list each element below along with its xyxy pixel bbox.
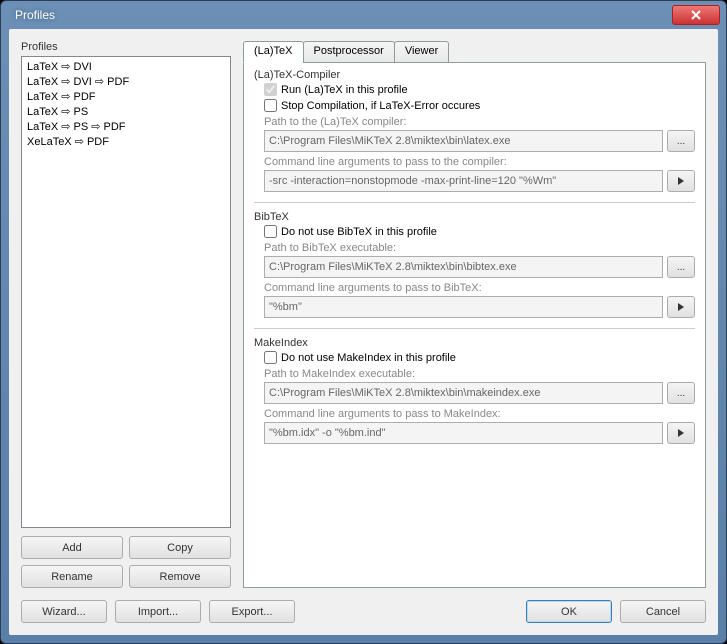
latex-args-label: Command line arguments to pass to the co… bbox=[264, 156, 695, 168]
bibtex-args-label: Command line arguments to pass to BibTeX… bbox=[264, 282, 695, 294]
ellipsis-icon: ... bbox=[677, 262, 685, 273]
bibtex-args-row bbox=[264, 296, 695, 318]
export-button[interactable]: Export... bbox=[209, 600, 295, 623]
list-item[interactable]: LaTeX ⇨ PS bbox=[24, 104, 228, 119]
cancel-button[interactable]: Cancel bbox=[620, 600, 706, 623]
profiles-panel: Profiles LaTeX ⇨ DVI LaTeX ⇨ DVI ⇨ PDF L… bbox=[21, 41, 231, 588]
client-area: Profiles LaTeX ⇨ DVI LaTeX ⇨ DVI ⇨ PDF L… bbox=[9, 29, 718, 635]
import-button[interactable]: Import... bbox=[115, 600, 201, 623]
main-area: Profiles LaTeX ⇨ DVI LaTeX ⇨ DVI ⇨ PDF L… bbox=[21, 41, 706, 588]
bibtex-args-input[interactable] bbox=[264, 296, 663, 318]
run-latex-label: Run (La)TeX in this profile bbox=[281, 84, 408, 96]
play-icon bbox=[677, 303, 685, 311]
profile-buttons: Add Copy Rename Remove bbox=[21, 536, 231, 588]
stop-compilation-checkbox[interactable] bbox=[264, 99, 277, 112]
group-body: Do not use BibTeX in this profile Path t… bbox=[254, 225, 695, 318]
group-title: BibTeX bbox=[254, 211, 695, 223]
list-item[interactable]: LaTeX ⇨ PDF bbox=[24, 89, 228, 104]
play-icon bbox=[677, 429, 685, 437]
makeindex-path-browse-button[interactable]: ... bbox=[667, 382, 695, 404]
copy-button[interactable]: Copy bbox=[129, 536, 231, 559]
tab-viewer[interactable]: Viewer bbox=[394, 41, 449, 63]
settings-panel: (La)TeX Postprocessor Viewer (La)TeX-Com… bbox=[243, 41, 706, 588]
disable-bibtex-checkbox[interactable] bbox=[264, 225, 277, 238]
list-item[interactable]: LaTeX ⇨ DVI bbox=[24, 59, 228, 74]
bibtex-args-menu-button[interactable] bbox=[667, 296, 695, 318]
rename-button[interactable]: Rename bbox=[21, 565, 123, 588]
makeindex-path-input[interactable] bbox=[264, 382, 663, 404]
ellipsis-icon: ... bbox=[677, 388, 685, 399]
tab-strip: (La)TeX Postprocessor Viewer bbox=[243, 41, 706, 63]
latex-args-menu-button[interactable] bbox=[667, 170, 695, 192]
latex-path-browse-button[interactable]: ... bbox=[667, 130, 695, 152]
profiles-dialog: Profiles Profiles LaTeX ⇨ DVI LaTeX ⇨ DV… bbox=[0, 0, 727, 644]
bottom-bar: Wizard... Import... Export... OK Cancel bbox=[21, 600, 706, 623]
separator bbox=[254, 202, 695, 203]
disable-makeindex-row[interactable]: Do not use MakeIndex in this profile bbox=[264, 351, 695, 364]
add-button[interactable]: Add bbox=[21, 536, 123, 559]
disable-bibtex-row[interactable]: Do not use BibTeX in this profile bbox=[264, 225, 695, 238]
disable-makeindex-label: Do not use MakeIndex in this profile bbox=[281, 352, 456, 364]
run-latex-row[interactable]: Run (La)TeX in this profile bbox=[264, 83, 695, 96]
group-title: MakeIndex bbox=[254, 337, 695, 349]
separator bbox=[254, 328, 695, 329]
disable-bibtex-label: Do not use BibTeX in this profile bbox=[281, 226, 437, 238]
makeindex-args-menu-button[interactable] bbox=[667, 422, 695, 444]
list-item[interactable]: XeLaTeX ⇨ PDF bbox=[24, 134, 228, 149]
bibtex-path-browse-button[interactable]: ... bbox=[667, 256, 695, 278]
latex-path-input[interactable] bbox=[264, 130, 663, 152]
wizard-button[interactable]: Wizard... bbox=[21, 600, 107, 623]
makeindex-args-input[interactable] bbox=[264, 422, 663, 444]
makeindex-path-label: Path to MakeIndex executable: bbox=[264, 368, 695, 380]
ok-button[interactable]: OK bbox=[526, 600, 612, 623]
disable-makeindex-checkbox[interactable] bbox=[264, 351, 277, 364]
stop-compilation-label: Stop Compilation, if LaTeX-Error occures bbox=[281, 100, 480, 112]
group-latex-compiler: (La)TeX-Compiler Run (La)TeX in this pro… bbox=[254, 69, 695, 192]
play-icon bbox=[677, 177, 685, 185]
makeindex-args-row bbox=[264, 422, 695, 444]
makeindex-args-label: Command line arguments to pass to MakeIn… bbox=[264, 408, 695, 420]
stop-compilation-row[interactable]: Stop Compilation, if LaTeX-Error occures bbox=[264, 99, 695, 112]
run-latex-checkbox[interactable] bbox=[264, 83, 277, 96]
list-item[interactable]: LaTeX ⇨ PS ⇨ PDF bbox=[24, 119, 228, 134]
profiles-label: Profiles bbox=[21, 41, 231, 53]
group-body: Run (La)TeX in this profile Stop Compila… bbox=[254, 83, 695, 192]
title-bar: Profiles bbox=[1, 1, 726, 29]
latex-args-input[interactable] bbox=[264, 170, 663, 192]
group-bibtex: BibTeX Do not use BibTeX in this profile… bbox=[254, 211, 695, 318]
tab-latex[interactable]: (La)TeX bbox=[243, 41, 304, 63]
group-makeindex: MakeIndex Do not use MakeIndex in this p… bbox=[254, 337, 695, 444]
ellipsis-icon: ... bbox=[677, 136, 685, 147]
close-button[interactable] bbox=[672, 5, 720, 25]
bibtex-path-input[interactable] bbox=[264, 256, 663, 278]
tab-postprocessor[interactable]: Postprocessor bbox=[303, 41, 395, 63]
group-title: (La)TeX-Compiler bbox=[254, 69, 695, 81]
window-title: Profiles bbox=[7, 8, 672, 22]
latex-path-label: Path to the (La)TeX compiler: bbox=[264, 116, 695, 128]
tab-content-latex: (La)TeX-Compiler Run (La)TeX in this pro… bbox=[243, 62, 706, 588]
makeindex-path-row: ... bbox=[264, 382, 695, 404]
latex-path-row: ... bbox=[264, 130, 695, 152]
close-icon bbox=[691, 10, 701, 20]
bibtex-path-row: ... bbox=[264, 256, 695, 278]
list-item[interactable]: LaTeX ⇨ DVI ⇨ PDF bbox=[24, 74, 228, 89]
remove-button[interactable]: Remove bbox=[129, 565, 231, 588]
bibtex-path-label: Path to BibTeX executable: bbox=[264, 242, 695, 254]
latex-args-row bbox=[264, 170, 695, 192]
profiles-listbox[interactable]: LaTeX ⇨ DVI LaTeX ⇨ DVI ⇨ PDF LaTeX ⇨ PD… bbox=[21, 56, 231, 528]
group-body: Do not use MakeIndex in this profile Pat… bbox=[254, 351, 695, 444]
